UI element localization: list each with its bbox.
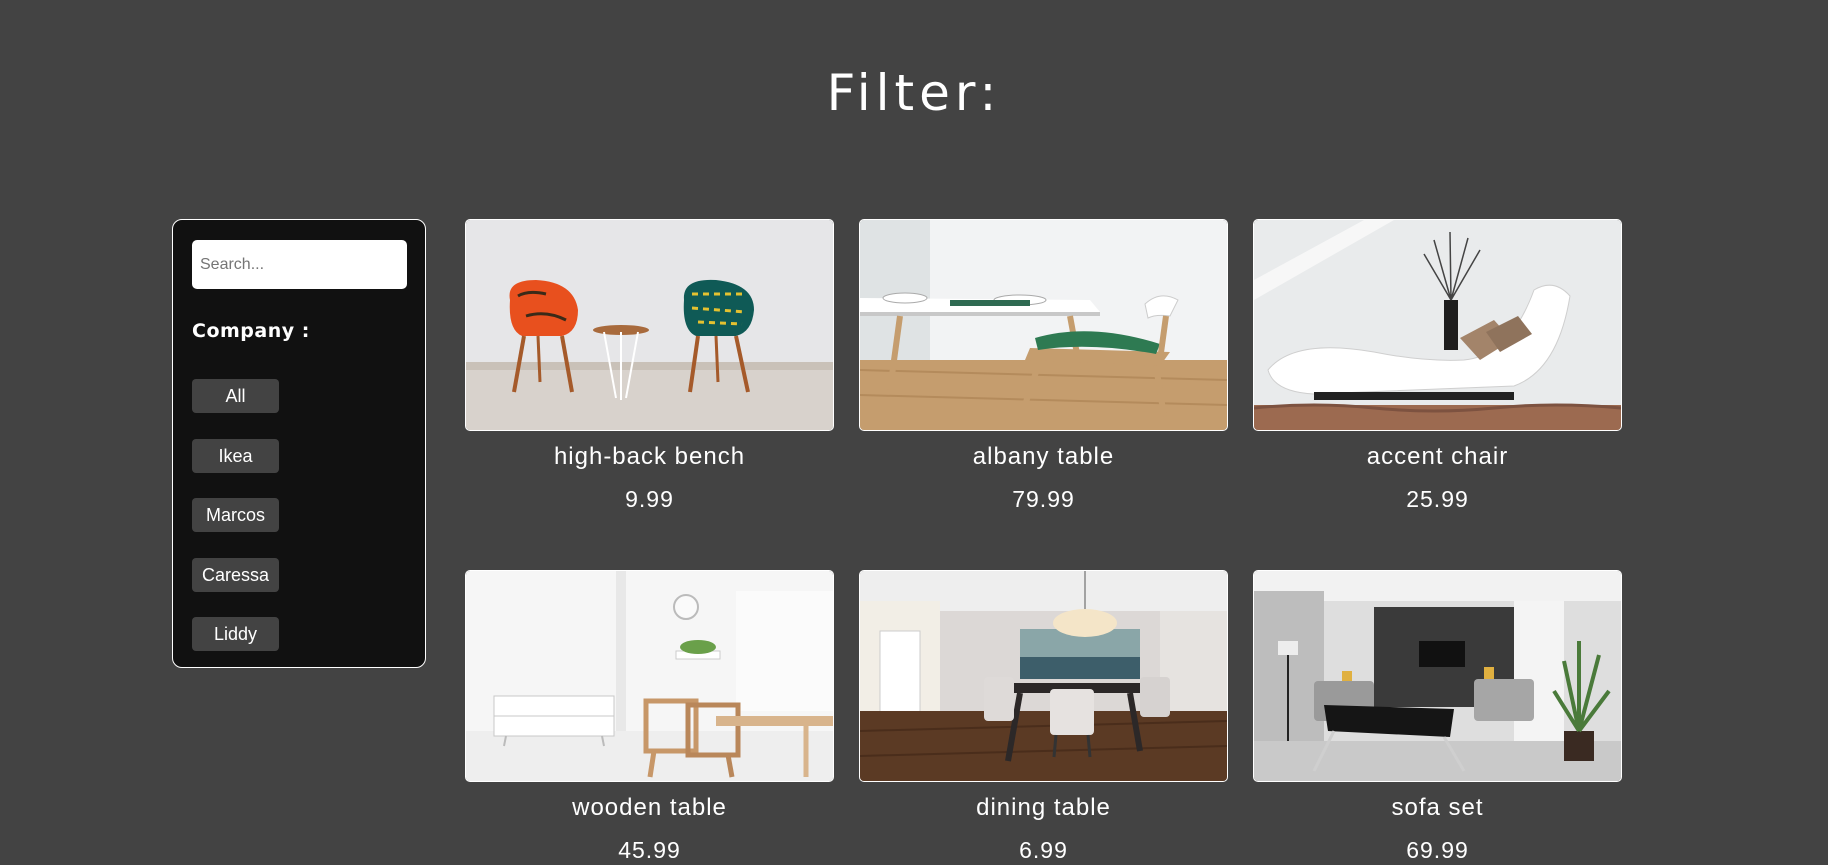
company-button-liddy[interactable]: Liddy — [192, 617, 279, 651]
product-card[interactable]: accent chair 25.99 — [1253, 219, 1622, 514]
page-title: Filter: — [826, 64, 1002, 122]
product-name: albany table — [972, 443, 1115, 470]
filter-sidebar: Company : All Ikea Marcos Caressa Liddy — [172, 219, 426, 668]
product-card[interactable]: dining table 6.99 — [859, 570, 1228, 865]
company-button-all[interactable]: All — [192, 379, 279, 413]
company-button-caressa[interactable]: Caressa — [192, 558, 279, 592]
company-button-ikea[interactable]: Ikea — [192, 439, 279, 473]
product-price: 45.99 — [618, 837, 681, 863]
product-image[interactable] — [465, 219, 834, 431]
company-button-marcos[interactable]: Marcos — [192, 498, 279, 532]
product-price: 9.99 — [625, 486, 674, 512]
product-name: wooden table — [572, 794, 727, 821]
product-image[interactable] — [465, 570, 834, 782]
product-name: sofa set — [1391, 794, 1484, 821]
product-price: 25.99 — [1406, 486, 1469, 512]
product-card[interactable]: sofa set 69.99 — [1253, 570, 1622, 865]
product-card[interactable]: albany table 79.99 — [859, 219, 1228, 514]
product-price: 6.99 — [1019, 837, 1068, 863]
product-price: 69.99 — [1406, 837, 1469, 863]
product-image[interactable] — [1253, 570, 1622, 782]
search-input[interactable] — [192, 240, 407, 289]
company-label: Company : — [192, 320, 310, 342]
product-name: accent chair — [1366, 443, 1509, 470]
product-name: high-back bench — [553, 443, 746, 470]
product-card[interactable]: high-back bench 9.99 — [465, 219, 834, 514]
product-image[interactable] — [859, 570, 1228, 782]
product-name: dining table — [976, 794, 1111, 821]
product-price: 79.99 — [1012, 486, 1075, 512]
product-card[interactable]: wooden table 45.99 — [465, 570, 834, 865]
product-image[interactable] — [1253, 219, 1622, 431]
product-image[interactable] — [859, 219, 1228, 431]
